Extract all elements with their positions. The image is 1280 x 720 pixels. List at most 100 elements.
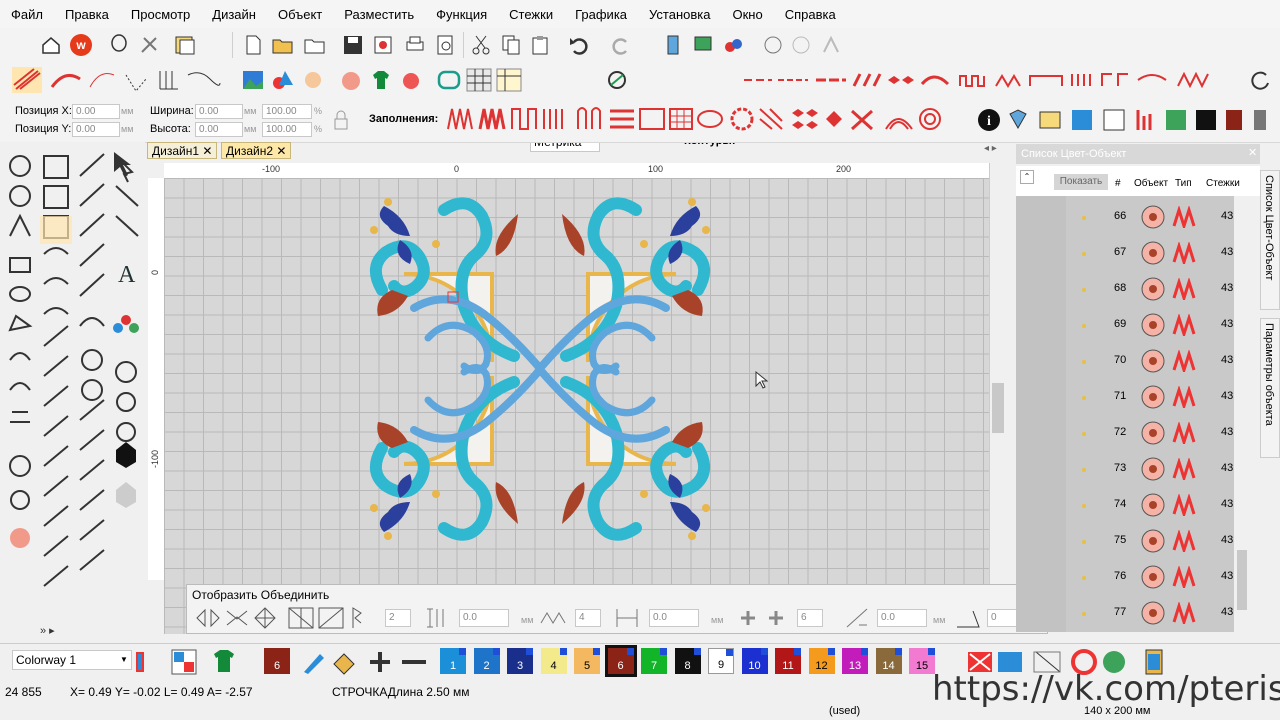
color-swatch[interactable]: 3 (507, 648, 533, 674)
combine-field-3[interactable]: 4 (575, 609, 601, 627)
contour-stitch-icons[interactable] (742, 66, 1242, 94)
pos-x-field[interactable]: 0.00 (72, 104, 120, 119)
picture-icon[interactable] (240, 67, 266, 93)
colorway-tools-icons[interactable] (134, 648, 264, 676)
color-swatch[interactable]: 13 (842, 648, 868, 674)
balloon-icon[interactable] (106, 32, 132, 58)
collapse-icon[interactable]: ⌃ (1020, 170, 1034, 184)
menu-file[interactable]: Файл (0, 7, 54, 22)
info-icon[interactable]: i (976, 107, 1002, 133)
table-row[interactable]: 77 43 (1016, 596, 1234, 632)
refresh-icon[interactable] (1248, 67, 1274, 93)
spacing-icon[interactable] (423, 605, 453, 631)
undo-icon[interactable] (566, 32, 592, 58)
table-row[interactable]: 71 43 (1016, 380, 1234, 416)
combine-field-6[interactable]: 0.0 (877, 609, 927, 627)
tools-icon[interactable] (136, 32, 162, 58)
trim-icon[interactable] (843, 605, 873, 631)
paste-icon[interactable] (528, 32, 554, 58)
colorway-select[interactable]: Colorway 1 (12, 650, 132, 670)
menu-window[interactable]: Окно (721, 7, 773, 22)
table-row[interactable]: 75 43 (1016, 524, 1234, 560)
current-color-swatch[interactable]: 6 (264, 648, 290, 674)
flower-icon[interactable] (300, 67, 326, 93)
color-object-list[interactable]: 66 43 67 43 68 43 69 43 70 43 71 43 72 43 73 43 74 43 75 43… (1016, 196, 1234, 632)
table-row[interactable]: 69 43 (1016, 308, 1234, 344)
stitch-type-icons[interactable] (10, 65, 230, 95)
menu-graphics[interactable]: Графика (564, 7, 638, 22)
color-swatch[interactable]: 4 (540, 648, 567, 674)
redraw-icon[interactable] (818, 32, 844, 58)
redo-icon[interactable] (608, 32, 634, 58)
table-row[interactable]: 76 43 (1016, 560, 1234, 596)
table-row[interactable]: 72 43 (1016, 416, 1234, 452)
copy-icon[interactable] (498, 32, 524, 58)
export-icon[interactable] (370, 32, 396, 58)
tie-icons[interactable] (735, 605, 795, 631)
color-swatch[interactable]: 6 (604, 645, 637, 677)
home-icon[interactable] (38, 32, 64, 58)
color-swatch[interactable]: 11 (775, 648, 801, 674)
measure-icon[interactable] (604, 67, 630, 93)
table-row[interactable]: 67 43 (1016, 236, 1234, 272)
show-button[interactable]: Показать (1054, 174, 1108, 190)
grid-icon[interactable] (466, 67, 492, 93)
shapes-icon[interactable] (270, 67, 296, 93)
pos-y-field[interactable]: 0.00 (72, 122, 120, 137)
menu-help[interactable]: Справка (774, 7, 847, 22)
design-canvas[interactable] (164, 178, 989, 634)
stitch-player-icon[interactable] (760, 32, 786, 58)
zigzag-icon[interactable] (539, 609, 569, 627)
side-tab-color-object[interactable]: Список Цвет-Объект (1260, 170, 1280, 310)
side-tab-object-params[interactable]: Параметры объекта (1260, 318, 1280, 458)
color-swatch[interactable]: 12 (808, 648, 835, 674)
color-tools-icons[interactable] (300, 648, 440, 676)
panel-vscrollbar[interactable] (1234, 196, 1250, 632)
chevron-down-icon[interactable]: ▼ (120, 655, 128, 664)
menu-arrange[interactable]: Разместить (333, 7, 425, 22)
catalog-icon[interactable] (172, 32, 198, 58)
combine-field-5[interactable]: 6 (797, 609, 823, 627)
hoop-icon[interactable] (436, 67, 462, 93)
menu-stitches[interactable]: Стежки (498, 7, 564, 22)
close-icon[interactable]: ✕ (202, 144, 212, 158)
cut-icon[interactable] (468, 32, 494, 58)
color-swatch[interactable]: 15 (909, 648, 935, 674)
width-icon[interactable] (613, 605, 643, 631)
close-icon[interactable]: ✕ (276, 144, 286, 158)
toolbox-expand[interactable]: » ▸ (40, 624, 55, 637)
color-swatch[interactable]: 9 (708, 648, 734, 674)
rulers-icon[interactable] (496, 67, 522, 93)
fill-stitch-icons[interactable] (446, 103, 946, 135)
width-pct-field[interactable]: 100.00 (262, 104, 312, 119)
color-swatch[interactable]: 2 (473, 648, 500, 674)
open-folder-icon[interactable] (270, 32, 296, 58)
lock-proportions-icon[interactable] (328, 108, 354, 134)
table-row[interactable]: 73 43 (1016, 452, 1234, 488)
team-names-icon[interactable] (398, 67, 424, 93)
canvas-vscroll-thumb[interactable] (992, 383, 1004, 433)
embroidery-design[interactable] (364, 196, 716, 542)
machine-icon[interactable] (660, 32, 686, 58)
combine-field-2[interactable]: 0.0 (459, 609, 509, 627)
new-file-icon[interactable] (240, 32, 266, 58)
width-field[interactable]: 0.00 (195, 104, 243, 119)
travel-icon[interactable] (788, 32, 814, 58)
table-row[interactable]: 70 43 (1016, 344, 1234, 380)
color-swatch[interactable]: 5 (574, 648, 600, 674)
panel-vscroll-thumb[interactable] (1237, 550, 1247, 610)
table-row[interactable]: 66 43 (1016, 200, 1234, 236)
digitizing-tools-icons[interactable]: A (4, 150, 144, 636)
color-swatch[interactable]: 1 (440, 648, 466, 674)
save-icon[interactable] (340, 32, 366, 58)
align-tools-icons[interactable] (193, 605, 373, 631)
send-to-machine-icon[interactable] (690, 32, 716, 58)
color-swatch[interactable]: 10 (741, 648, 768, 674)
tab-design1[interactable]: Дизайн1 ✕ (147, 142, 218, 159)
combine-field-1[interactable]: 2 (385, 609, 411, 627)
menu-view[interactable]: Просмотр (120, 7, 201, 22)
combine-field-4[interactable]: 0.0 (649, 609, 699, 627)
color-swatch[interactable]: 14 (875, 648, 902, 674)
tab-scroll-arrows[interactable]: ◂ ▸ (984, 143, 997, 154)
menu-function[interactable]: Функция (425, 7, 498, 22)
